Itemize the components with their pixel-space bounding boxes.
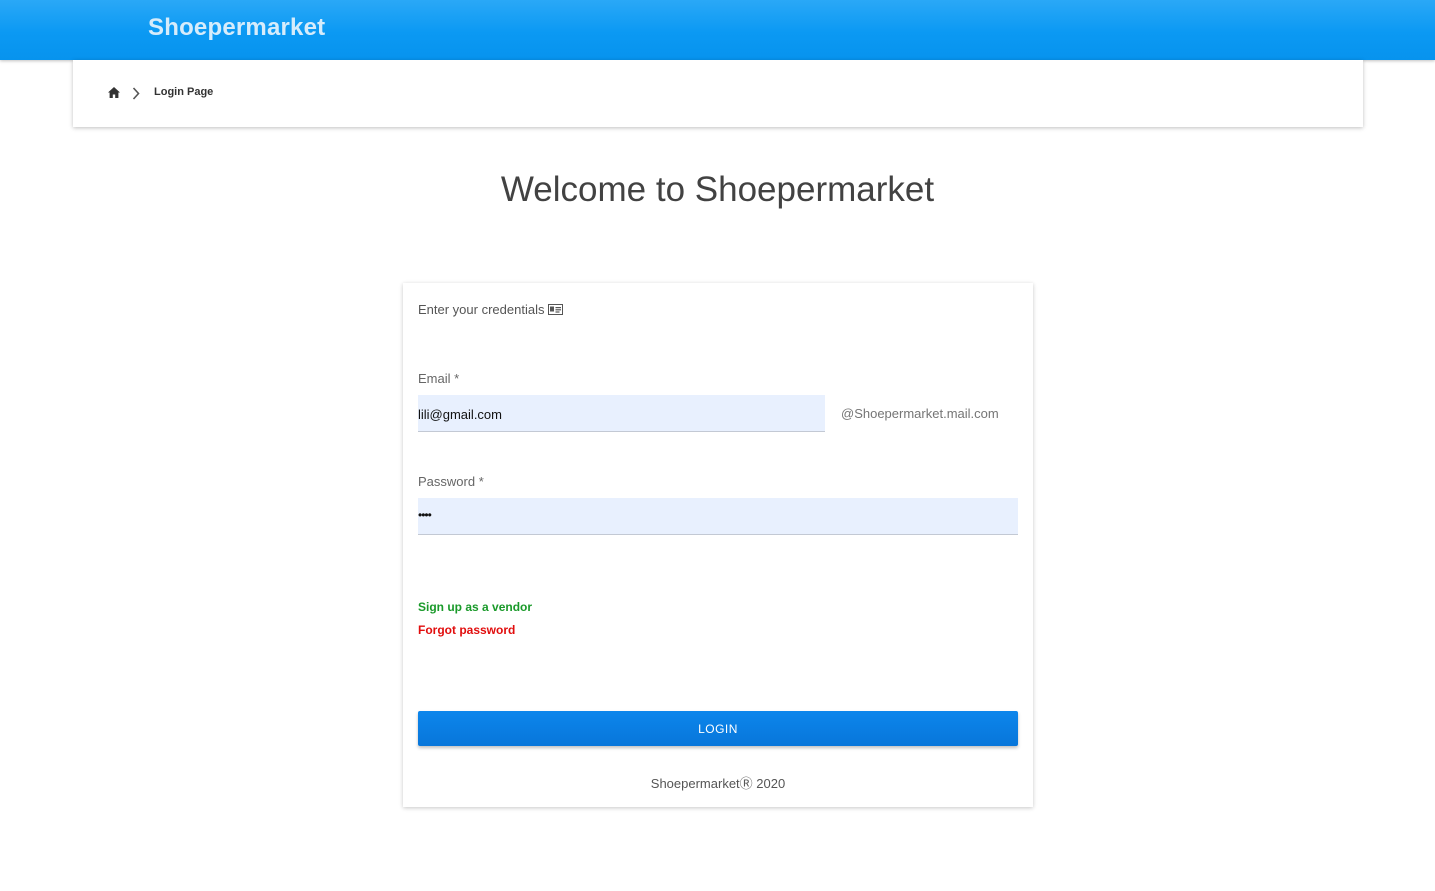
email-label: Email * <box>418 371 460 386</box>
email-domain-suffix: @Shoepermarket.mail.com <box>841 406 999 421</box>
forgot-password-link[interactable]: Forgot password <box>418 623 515 637</box>
top-app-bar: Shoepermarket <box>0 0 1435 60</box>
id-card-icon <box>548 304 564 315</box>
chevron-right-icon <box>132 87 140 100</box>
signup-vendor-link[interactable]: Sign up as a vendor <box>418 600 532 614</box>
password-input[interactable]: •••• <box>418 498 1018 535</box>
password-label: Password * <box>418 474 484 489</box>
breadcrumb-current: Login Page <box>154 86 214 98</box>
page-title: Welcome to Shoepermarket <box>500 170 935 209</box>
home-icon[interactable] <box>108 87 120 98</box>
credentials-prompt-label: Enter your credentials <box>418 302 545 317</box>
breadcrumb: Login Page <box>73 60 1363 127</box>
password-masked-value: •••• <box>418 508 432 522</box>
email-input[interactable]: lili@gmail.com <box>418 395 825 432</box>
footer-copyright: ShoepermarketⓇ 2020 <box>650 776 786 791</box>
credentials-prompt: Enter your credentials <box>418 302 564 317</box>
login-card: Enter your credentials Email * lili@gmai… <box>403 283 1033 807</box>
brand-title[interactable]: Shoepermarket <box>148 14 325 42</box>
login-button[interactable]: LOGIN <box>418 711 1018 746</box>
email-value: lili@gmail.com <box>418 407 502 422</box>
